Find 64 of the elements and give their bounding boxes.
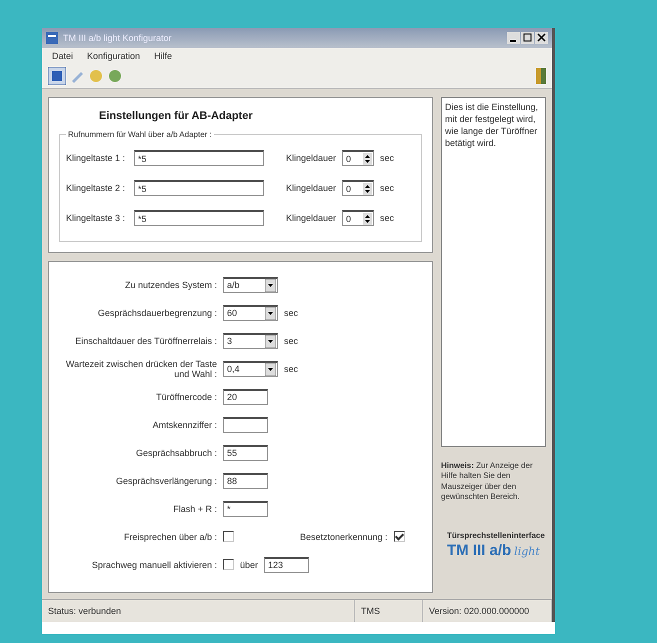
group-title: Rufnummern für Wahl über a/b Adapter : xyxy=(67,130,213,139)
menu-item[interactable]: Hilfe xyxy=(154,51,172,61)
unit-label: sec xyxy=(284,308,298,318)
field-label: Klingeldauer xyxy=(286,183,336,193)
field-label: Gesprächsdauerbegrenzung : xyxy=(96,308,217,318)
field-label: Wartezeit zwischen drücken der Taste und Wahl : xyxy=(64,358,217,378)
dropdown-arrow-icon[interactable] xyxy=(265,278,276,292)
text-field[interactable]: * xyxy=(223,500,268,516)
hint-text: Hinweis: Zur Anzeige der Hilfe halten Sie den Mauszeiger über den gewünschten Bereich. xyxy=(441,461,534,503)
field-label: Gesprächsverlängerung : xyxy=(114,476,217,486)
field-label: Amtskennziffer : xyxy=(152,420,217,430)
close-icon[interactable] xyxy=(535,32,548,44)
field-label: Klingeldauer xyxy=(286,213,336,223)
dropdown-arrow-icon[interactable] xyxy=(265,362,276,376)
checkbox-label: Sprachweg manuell aktivieren : xyxy=(90,560,217,570)
duration-spinner[interactable]: 0 xyxy=(342,210,374,226)
unit-label: sec xyxy=(284,336,298,346)
field-label: Klingeltaste 1 : xyxy=(66,153,126,163)
section-heading: Einstellungen für AB-Adapter xyxy=(99,110,254,122)
number-field[interactable]: *5 xyxy=(134,150,264,166)
checkbox[interactable] xyxy=(223,531,234,542)
field-label: Türöffnercode : xyxy=(155,392,217,402)
duration-spinner[interactable]: 0 xyxy=(342,180,374,196)
minimize-icon[interactable] xyxy=(507,32,520,44)
checkbox[interactable] xyxy=(394,531,405,542)
dropdown-arrow-icon[interactable] xyxy=(265,334,276,348)
checkbox-label: Freisprechen über a/b : xyxy=(122,532,217,542)
text-field[interactable]: 88 xyxy=(223,472,268,488)
app-icon xyxy=(46,32,58,44)
number-field[interactable]: *5 xyxy=(134,180,264,196)
dropdown[interactable]: a/b xyxy=(223,276,278,292)
field-label: Gesprächsabbruch : xyxy=(134,448,217,458)
text-field[interactable]: 123 xyxy=(264,556,310,572)
unit-label: sec xyxy=(380,153,394,163)
help-text: Dies ist die Einstellung, mit der festgelegt wird, wie lange der Türöffner betätigt wird. xyxy=(441,97,546,447)
logo-caption: Türsprechstelleninterface xyxy=(447,530,546,540)
dropdown-arrow-icon[interactable] xyxy=(265,306,276,320)
dropdown[interactable]: 0,4 xyxy=(223,360,278,376)
menu-item[interactable]: Konfiguration xyxy=(87,51,140,61)
field-label: über xyxy=(240,560,258,570)
checkbox[interactable] xyxy=(223,559,234,570)
window-title: TM III a/b light Konfigurator xyxy=(63,33,172,43)
unit-label: sec xyxy=(284,364,298,374)
unit-label: sec xyxy=(380,183,394,193)
checkbox-label: Besetztonerkennung : xyxy=(300,532,388,542)
number-field[interactable]: *5 xyxy=(134,210,264,226)
field-label: Klingeltaste 2 : xyxy=(66,183,126,193)
dropdown[interactable]: 60 xyxy=(223,304,278,320)
logo-text: TM III a/b xyxy=(447,542,512,559)
menu-item[interactable]: Datei xyxy=(52,51,74,61)
text-field[interactable]: 20 xyxy=(223,388,268,404)
maximize-icon[interactable] xyxy=(521,32,534,44)
duration-spinner[interactable]: 0 xyxy=(342,150,374,166)
settings-page-icon[interactable] xyxy=(48,67,66,85)
field-label: Klingeltaste 3 : xyxy=(66,213,126,223)
unit-label: sec xyxy=(380,213,394,223)
field-label: Einschaltdauer des Türöffnerrelais : xyxy=(74,336,217,346)
field-label: Klingeldauer xyxy=(286,153,336,163)
text-field[interactable] xyxy=(223,416,268,432)
field-label: Flash + R : xyxy=(172,504,217,514)
text-field[interactable]: 55 xyxy=(223,444,268,460)
logo-suffix: light xyxy=(514,544,540,558)
dropdown[interactable]: 3 xyxy=(223,332,278,348)
field-label: Zu nutzendes System : xyxy=(124,280,217,290)
